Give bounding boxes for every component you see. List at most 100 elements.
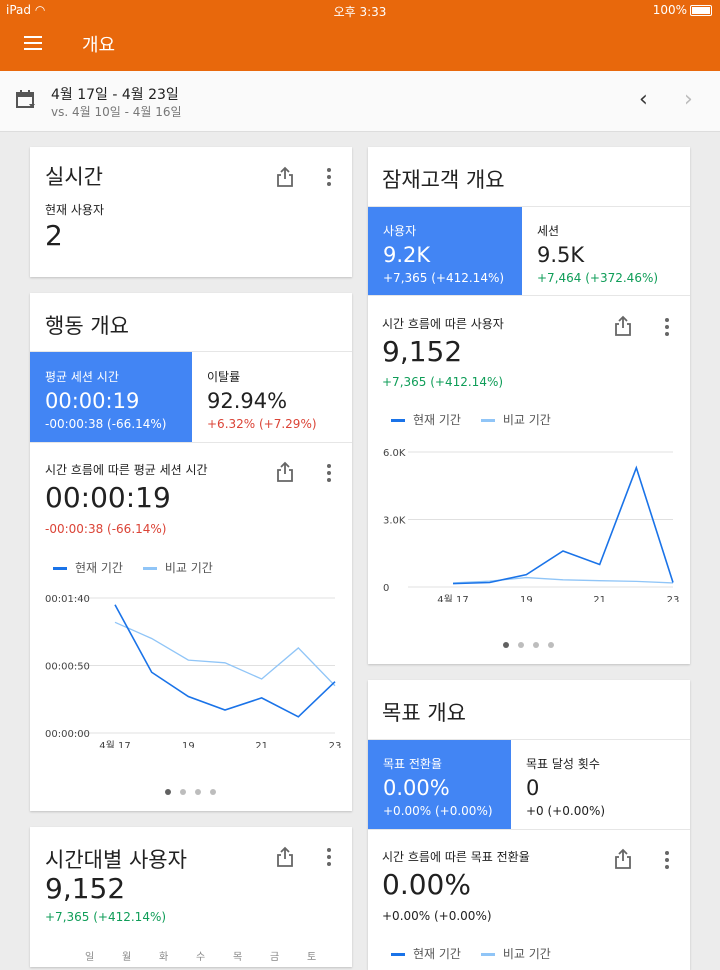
tile-label: 세션 <box>537 224 560 238</box>
realtime-value: 2 <box>45 219 63 252</box>
x-tick-label: 23 <box>329 741 342 748</box>
divider <box>368 829 690 830</box>
date-range-bar[interactable]: 4월 17일 - 4월 23일 vs. 4월 10일 - 4월 16일 ‹ › <box>0 71 720 132</box>
menu-icon[interactable] <box>24 36 42 50</box>
metric-delta: +0.00% (+0.00%) <box>382 909 492 923</box>
realtime-title: 실시간 <box>45 165 103 189</box>
tile-sessions[interactable]: 세션 9.5K +7,464 (+372.46%) <box>522 207 690 295</box>
status-bar: iPad ◠ 오후 3:33 100% <box>0 0 720 20</box>
weekday-label: 일 <box>85 952 95 963</box>
tile-label: 목표 전환율 <box>383 757 443 771</box>
y-tick-label: 00:00:00 <box>45 729 90 740</box>
share-icon[interactable] <box>275 846 295 868</box>
tile-delta: +0 (+0.00%) <box>526 804 606 818</box>
x-tick-label: 19 <box>182 741 195 748</box>
previous-period-button[interactable]: ‹ <box>639 89 648 111</box>
tile-bounce-rate[interactable]: 이탈률 92.94% +6.32% (+7.29%) <box>192 352 352 442</box>
y-tick-label: 0 <box>383 583 389 594</box>
y-tick-label: 6.0K <box>383 448 406 459</box>
y-tick-label: 00:01:40 <box>45 594 90 605</box>
tile-delta: +7,365 (+412.14%) <box>383 271 505 285</box>
more-options-icon[interactable] <box>326 168 332 186</box>
x-tick-label: 23 <box>667 595 680 602</box>
tile-value: 0.00% <box>383 776 450 800</box>
x-tick-label: 4월 17 <box>437 594 468 602</box>
page-title: 개요 <box>82 35 116 56</box>
more-options-icon[interactable] <box>664 851 670 869</box>
audience-title: 잠재고객 개요 <box>382 168 505 192</box>
x-tick-label: 21 <box>593 595 606 602</box>
tile-value: 92.94% <box>207 389 288 413</box>
tile-label: 이탈률 <box>207 370 241 384</box>
calendar-compare-icon[interactable] <box>15 89 37 111</box>
tile-delta: +7,464 (+372.46%) <box>537 271 659 285</box>
divider <box>368 295 690 296</box>
tile-users[interactable]: 사용자 9.2K +7,365 (+412.14%) <box>368 207 522 295</box>
tile-delta: +0.00% (+0.00%) <box>383 804 493 818</box>
next-period-button[interactable]: › <box>684 89 693 111</box>
weekday-label: 금 <box>270 952 280 963</box>
page-indicator <box>503 633 563 652</box>
metric-title: 시간 흐름에 따른 목표 전환율 <box>382 850 530 864</box>
audience-card: 잠재고객 개요 사용자 9.2K +7,365 (+412.14%) 세션 9.… <box>368 147 690 664</box>
weekday-label: 월 <box>122 952 132 963</box>
tile-value: 0 <box>526 776 540 800</box>
tile-goal-completions[interactable]: 목표 달성 횟수 0 +0 (+0.00%) <box>511 740 690 829</box>
x-tick-label: 21 <box>255 741 268 748</box>
metric-delta: -00:00:38 (-66.14%) <box>45 522 167 536</box>
tile-value: 9.5K <box>537 243 585 267</box>
behavior-card: 행동 개요 평균 세션 시간 00:00:19 -00:00:38 (-66.1… <box>30 293 352 811</box>
tile-delta: -00:00:38 (-66.14%) <box>45 417 167 431</box>
tile-label: 목표 달성 횟수 <box>526 757 600 771</box>
y-tick-label: 3.0K <box>383 516 406 527</box>
chart-legend: 현재 기간 비교 기간 <box>391 945 551 962</box>
x-tick-label: 19 <box>520 595 533 602</box>
metric-value: 0.00% <box>382 868 471 901</box>
y-tick-label: 00:00:50 <box>45 662 90 673</box>
page-indicator <box>165 780 225 799</box>
weekday-label: 화 <box>159 952 169 963</box>
legend-compare: 비교 기간 <box>164 561 213 575</box>
weekday-label: 토 <box>307 952 317 963</box>
legend-compare: 비교 기간 <box>502 413 551 427</box>
date-range-compare: vs. 4월 10일 - 4월 16일 <box>51 105 182 119</box>
app-bar: 개요 <box>0 20 720 71</box>
more-options-icon[interactable] <box>326 848 332 866</box>
realtime-card: 실시간 현재 사용자 2 <box>30 147 352 277</box>
metric-title: 시간 흐름에 따른 사용자 <box>382 317 504 331</box>
behavior-title: 행동 개요 <box>45 314 129 338</box>
hourly-title: 시간대별 사용자 <box>45 848 187 872</box>
divider <box>30 442 352 443</box>
share-icon[interactable] <box>275 461 295 483</box>
tile-goal-conversion-rate[interactable]: 목표 전환율 0.00% +0.00% (+0.00%) <box>368 740 511 829</box>
users-chart: 6.0K 3.0K 0 4월 17 19 21 23 <box>383 448 680 602</box>
realtime-label: 현재 사용자 <box>45 203 105 217</box>
legend-current: 현재 기간 <box>75 561 123 575</box>
tile-label: 평균 세션 시간 <box>45 370 119 384</box>
metric-delta: +7,365 (+412.14%) <box>382 375 504 389</box>
share-icon[interactable] <box>275 166 295 188</box>
legend-current: 현재 기간 <box>413 413 461 427</box>
tile-value: 9.2K <box>383 243 431 267</box>
more-options-icon[interactable] <box>664 318 670 336</box>
date-range-current[interactable]: 4월 17일 - 4월 23일 <box>51 84 179 104</box>
tile-label: 사용자 <box>383 224 417 238</box>
avg-session-chart: 00:01:40 00:00:50 00:00:00 4월 17 19 21 23 <box>45 594 342 748</box>
x-tick-label: 4월 17 <box>99 740 130 748</box>
goals-card: 목표 개요 목표 전환율 0.00% +0.00% (+0.00%) 목표 달성… <box>368 680 690 970</box>
weekday-label: 목 <box>233 952 243 963</box>
weekday-label: 수 <box>196 952 206 963</box>
share-icon[interactable] <box>613 315 633 337</box>
series-compare-line <box>114 621 336 687</box>
goals-title: 목표 개요 <box>382 701 466 725</box>
battery-icon <box>690 5 712 16</box>
series-current-line <box>452 465 674 585</box>
share-icon[interactable] <box>613 848 633 870</box>
series-current-line <box>114 604 336 718</box>
status-time: 오후 3:33 <box>333 5 387 19</box>
tile-value: 00:00:19 <box>45 389 140 413</box>
more-options-icon[interactable] <box>326 464 332 482</box>
chart-legend: 현재 기간 비교 기간 <box>53 559 213 576</box>
tile-avg-session-duration[interactable]: 평균 세션 시간 00:00:19 -00:00:38 (-66.14%) <box>30 352 192 442</box>
hourly-users-card: 시간대별 사용자 9,152 +7,365 (+412.14%) 일 월 화 수 목 금 토 <box>30 827 352 967</box>
